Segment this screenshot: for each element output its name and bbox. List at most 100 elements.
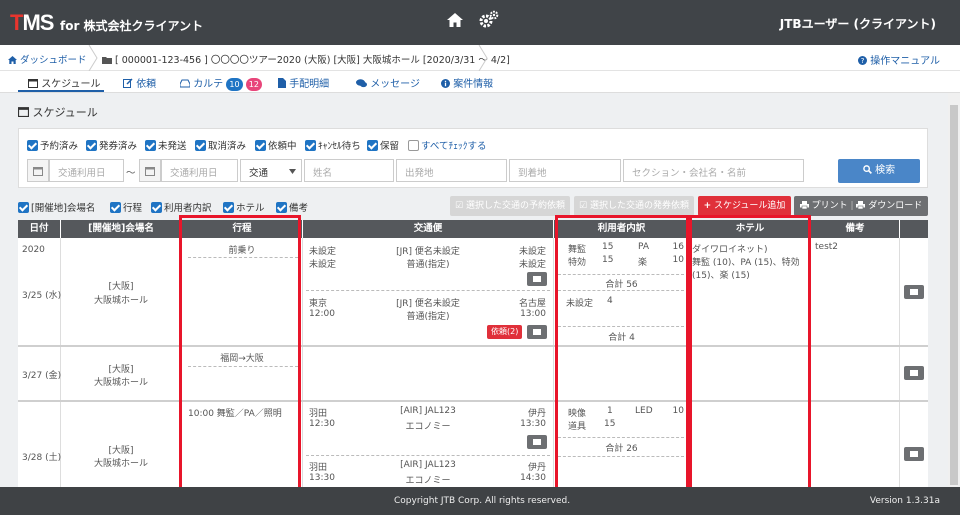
- column-toggle-label: 利用者内訳: [164, 203, 212, 214]
- filter-requesting[interactable]: 依頼中: [255, 138, 297, 152]
- issue-request-button[interactable]: ☑ 選択した交通の発券依頼: [574, 196, 694, 216]
- request-status-button[interactable]: 依頼(2): [487, 325, 523, 339]
- tab-karte[interactable]: カルテ 10 12: [179, 75, 262, 91]
- arrival-input[interactable]: 到着地: [509, 159, 621, 182]
- column-toggle-itinerary[interactable]: 行程: [110, 200, 142, 214]
- row-detail-button[interactable]: [904, 366, 924, 380]
- checkbox[interactable]: [367, 140, 378, 151]
- transport-class: エコノミー: [405, 422, 451, 432]
- column-toggle-hotel[interactable]: ホテル: [223, 200, 265, 214]
- home-icon[interactable]: [446, 12, 464, 28]
- scrollbar[interactable]: [948, 93, 960, 487]
- tab-request[interactable]: 依頼: [123, 75, 156, 90]
- tab-active-indicator: [18, 90, 104, 92]
- row-venue-area: [大阪]: [108, 446, 134, 456]
- date-from-calendar-button[interactable]: [27, 159, 49, 182]
- row-date: 3/27 (金): [22, 371, 62, 381]
- reserve-request-button[interactable]: ☑ 選択した交通の予約依頼: [450, 196, 570, 216]
- filter-unsent[interactable]: 未発送: [145, 138, 187, 152]
- comments-icon: [356, 79, 367, 88]
- date-from-input[interactable]: 交通利用日: [49, 159, 124, 182]
- checkbox-icon: ☑: [579, 201, 588, 211]
- scrollbar-thumb[interactable]: [950, 105, 958, 485]
- column-toggle-label: 備考: [289, 203, 309, 214]
- copyright: Copyright JTB Corp. All rights reserved.: [394, 496, 571, 506]
- add-schedule-button[interactable]: + スケジュール追加: [698, 196, 791, 216]
- footer: Copyright JTB Corp. All rights reserved.…: [0, 487, 960, 515]
- transport-to: 伊丹: [527, 409, 546, 419]
- plus-icon: +: [703, 201, 712, 211]
- breadcrumb-dashboard[interactable]: ダッシュボード: [8, 52, 87, 66]
- download-button[interactable]: ダウンロード: [856, 201, 922, 211]
- detail-button[interactable]: [527, 325, 547, 339]
- detail-button[interactable]: [527, 435, 547, 449]
- departure-input[interactable]: 出発地: [396, 159, 507, 182]
- user-name[interactable]: JTBユーザー (クライアント): [780, 15, 936, 32]
- filter-hold[interactable]: 保留: [367, 138, 399, 152]
- column-toggle-venue[interactable]: [開催地]会場名: [18, 200, 95, 214]
- search-button[interactable]: 検索: [838, 159, 920, 183]
- checkbox[interactable]: [305, 140, 316, 151]
- chevron-right-icon: [88, 45, 98, 71]
- filter-label: 未発送: [158, 141, 187, 152]
- checkbox[interactable]: [276, 202, 287, 213]
- tab-message-label: メッセージ: [370, 79, 420, 90]
- tab-karte-label: カルテ: [193, 79, 224, 90]
- checkbox[interactable]: [408, 140, 419, 151]
- transport-select[interactable]: 交通: [240, 159, 302, 182]
- row-detail-button[interactable]: [904, 447, 924, 461]
- file-icon: [278, 78, 286, 88]
- highlight-users-column: [555, 215, 689, 492]
- page-title-label: スケジュール: [32, 106, 98, 119]
- name-input[interactable]: 姓名: [304, 159, 394, 182]
- filter-reserved[interactable]: 予約済み: [27, 138, 78, 152]
- filter-panel: 予約済み 発券済み 未発送 取消済み 依頼中 ｷｬﾝｾﾙ待ち 保留 すべてﾁｪｯ…: [18, 128, 928, 188]
- checkbox[interactable]: [110, 202, 121, 213]
- print-button[interactable]: プリント: [799, 201, 851, 211]
- karte-badge-blue: 10: [226, 78, 243, 91]
- row-date: 3/25 (水): [22, 291, 62, 301]
- filter-issued[interactable]: 発券済み: [86, 138, 137, 152]
- filter-label: 発券済み: [99, 141, 138, 152]
- date-to-calendar-button[interactable]: [139, 159, 161, 182]
- checkbox[interactable]: [27, 140, 38, 151]
- app-logo[interactable]: TMS: [10, 10, 54, 36]
- transport-dep-time: 12:30: [309, 419, 335, 429]
- checkbox[interactable]: [18, 202, 29, 213]
- year-label: 2020: [22, 245, 45, 255]
- row-detail-button[interactable]: [904, 285, 924, 299]
- section-input[interactable]: セクション・会社名・名前: [623, 159, 804, 182]
- tab-schedule[interactable]: スケジュール: [28, 75, 101, 90]
- gears-icon[interactable]: [478, 10, 500, 30]
- add-schedule-label: スケジュール追加: [714, 201, 786, 211]
- tab-project-info[interactable]: 案件情報: [441, 75, 493, 90]
- tab-message[interactable]: メッセージ: [356, 75, 420, 90]
- transport-dep-time: 未設定: [309, 260, 337, 270]
- breadcrumb-project[interactable]: [ 000001-123-456 ] 〇〇〇〇ツアー2020 (大阪) [大阪]…: [102, 52, 510, 66]
- calendar-icon: [18, 107, 29, 117]
- client-name: for 株式会社クライアント: [60, 19, 204, 33]
- row-note: test2: [815, 242, 839, 252]
- manual-link[interactable]: ? 操作マニュアル: [858, 52, 940, 67]
- checkbox[interactable]: [145, 140, 156, 151]
- edit-icon: [123, 78, 133, 88]
- home-icon: [8, 56, 17, 64]
- checkbox[interactable]: [223, 202, 234, 213]
- column-divider: [302, 238, 303, 487]
- column-toggle-note[interactable]: 備考: [276, 200, 308, 214]
- date-to-input[interactable]: 交通利用日: [161, 159, 238, 182]
- filter-cancel-wait[interactable]: ｷｬﾝｾﾙ待ち: [305, 138, 361, 152]
- checkbox[interactable]: [195, 140, 206, 151]
- filter-label: 依頼中: [268, 141, 297, 152]
- checkbox[interactable]: [86, 140, 97, 151]
- checkbox[interactable]: [151, 202, 162, 213]
- karte-badge-pink: 12: [245, 78, 262, 91]
- filter-check-all[interactable]: すべてﾁｪｯｸする: [408, 138, 486, 152]
- row-date: 3/28 (土): [22, 453, 62, 463]
- tab-bar: スケジュール 依頼 カルテ 10 12 手配明細 メッセージ 案件情報: [0, 71, 960, 93]
- filter-cancelled[interactable]: 取消済み: [195, 138, 246, 152]
- column-toggle-users[interactable]: 利用者内訳: [151, 200, 212, 214]
- checkbox[interactable]: [255, 140, 266, 151]
- detail-button[interactable]: [527, 272, 547, 286]
- tab-arrangement[interactable]: 手配明細: [278, 75, 329, 90]
